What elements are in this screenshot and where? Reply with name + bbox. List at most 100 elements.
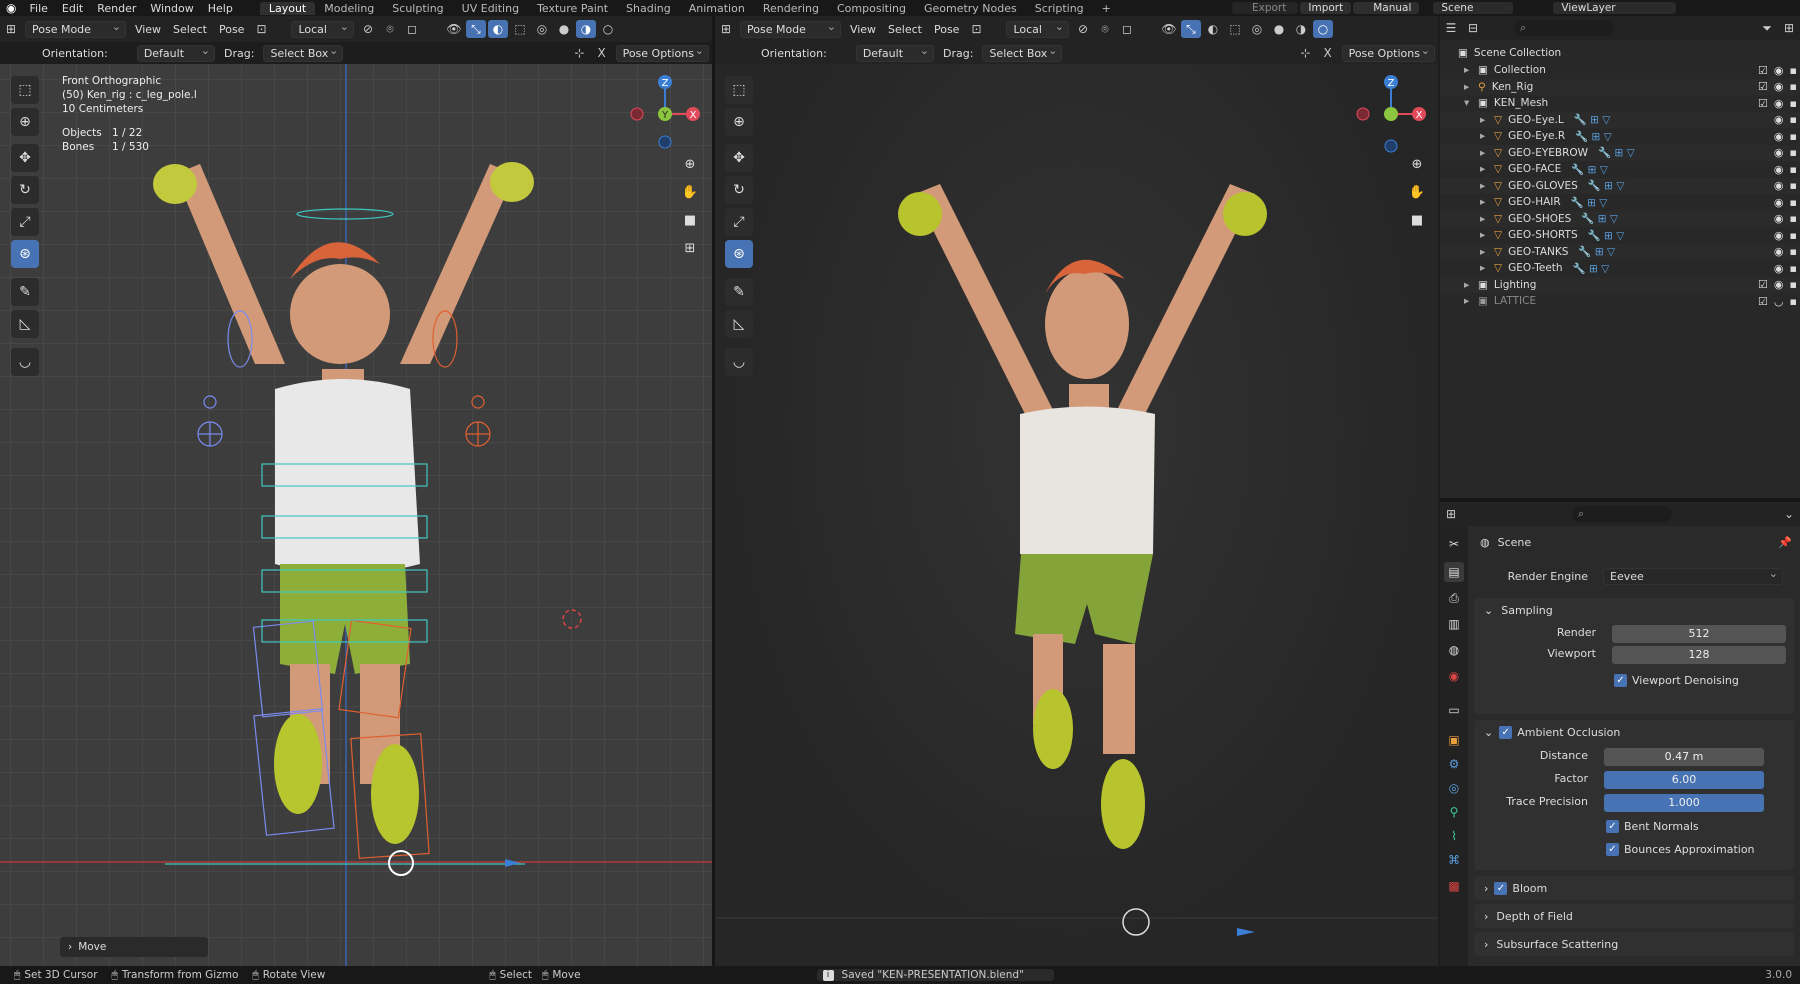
character-model[interactable] — [153, 162, 534, 844]
camera-icon[interactable]: ▪ — [1790, 80, 1797, 93]
outliner-row-toggles[interactable]: ◉ ▪ — [1774, 212, 1797, 225]
right-camera-view-icon[interactable]: ■ — [1407, 210, 1427, 230]
snap-options-icon[interactable]: ⊹ — [570, 44, 590, 62]
right-pose-tool-icon[interactable]: ◡ — [725, 348, 753, 376]
eye-icon[interactable]: ◉ — [1774, 146, 1784, 159]
left-nav-gizmo[interactable]: Z X Y — [625, 74, 705, 154]
exclude-checkbox-icon[interactable]: ☑ — [1758, 80, 1768, 93]
shading-rendered-icon[interactable]: ○ — [598, 20, 618, 38]
camera-icon[interactable]: ▪ — [1790, 229, 1797, 242]
move-gizmo-icon[interactable] — [388, 850, 414, 876]
right-transform-tool-icon[interactable]: ⊛ — [725, 240, 753, 268]
disclosure-closed-icon[interactable]: ▸ — [1464, 64, 1478, 76]
sss-panel[interactable]: › Subsurface Scattering — [1474, 932, 1794, 956]
eye-icon[interactable]: ◉ — [1774, 245, 1784, 258]
tab-layout[interactable]: Layout — [259, 1, 316, 15]
eye-icon[interactable]: ◉ — [1774, 196, 1784, 209]
right-snap-options-icon[interactable]: ⊹ — [1296, 44, 1316, 62]
new-collection-icon[interactable]: ⊞ — [1779, 19, 1799, 37]
last-operator-panel[interactable]: › Move — [60, 937, 208, 957]
right-transform-orientation[interactable]: Local — [1006, 20, 1069, 38]
camera-icon[interactable]: ▪ — [1790, 278, 1797, 291]
camera-icon[interactable]: ▪ — [1790, 212, 1797, 225]
outliner-row-toggles[interactable]: ◉ ▪ — [1774, 245, 1797, 258]
bloom-panel[interactable]: › ✓ Bloom — [1474, 876, 1794, 900]
exclude-checkbox-icon[interactable]: ☑ — [1758, 295, 1768, 308]
view-layer-tab-icon[interactable]: ▥ — [1444, 614, 1464, 634]
scene-tab-icon[interactable]: ◍ — [1444, 640, 1464, 660]
outliner-row-toggles[interactable]: ☑ ◉ ▪ — [1758, 97, 1797, 110]
camera-icon[interactable]: ▪ — [1790, 97, 1797, 110]
rendered-character[interactable] — [898, 184, 1267, 849]
menu-file[interactable]: File — [22, 2, 54, 15]
tool-tab-icon[interactable]: ✂ — [1444, 534, 1464, 554]
snap-icon[interactable]: ⌾ — [380, 20, 400, 38]
right-overlay-toggle-icon[interactable]: ◐ — [1203, 20, 1223, 38]
tab-modeling[interactable]: Modeling — [315, 2, 383, 15]
right-proportional-icon[interactable]: ◻ — [1117, 20, 1137, 38]
bent-normals-row[interactable]: ✓ Bent Normals — [1606, 820, 1699, 833]
right-shading-solid-icon[interactable]: ● — [1269, 20, 1289, 38]
manual-button[interactable]: Manual — [1353, 2, 1420, 14]
left-mode-dropdown[interactable]: Pose Mode — [25, 20, 126, 38]
tab-scripting[interactable]: Scripting — [1026, 2, 1093, 15]
zoom-view-icon[interactable]: ⊕ — [680, 154, 700, 174]
right-zoom-view-icon[interactable]: ⊕ — [1407, 154, 1427, 174]
right-editor-type-icon[interactable]: ⊞ — [716, 20, 736, 38]
outliner-row[interactable]: ▸ ▽ GEO-SHORTS 🔧 ⊞ ▽ ◉ ▪ — [1440, 227, 1800, 243]
viewport-samples-field[interactable]: 128 — [1612, 646, 1786, 664]
outliner-row[interactable]: ▸ ▽ GEO-Teeth 🔧 ⊞ ▽ ◉ ▪ — [1440, 260, 1800, 276]
transform-tool-icon[interactable]: ⊛ — [11, 240, 39, 268]
modifier-icons[interactable]: 🔧 ⊞ ▽ — [1598, 146, 1635, 159]
right-pose-options[interactable]: Pose Options — [1341, 44, 1435, 62]
outliner-filter-icon[interactable]: ⏷ — [1757, 19, 1777, 37]
editor-type-icon[interactable]: ⊞ — [1, 20, 21, 38]
physics-tab-icon[interactable]: ◎ — [1444, 778, 1464, 798]
right-scale-tool-icon[interactable]: ⤢ — [725, 208, 753, 236]
outliner-row-toggles[interactable]: ☑ ◉ ▪ — [1758, 64, 1797, 77]
disclosure-closed-icon[interactable]: ▸ — [1480, 114, 1494, 126]
left-viewport[interactable]: Front Orthographic (50) Ken_rig : c_leg_… — [0, 64, 712, 966]
left-drag-dropdown[interactable]: Select Box — [263, 44, 344, 62]
right-nav-gizmo[interactable]: Z X — [1351, 74, 1431, 154]
3d-cursor-icon[interactable] — [562, 609, 582, 629]
outliner-row-toggles[interactable]: ☑ ◡ ▪ — [1758, 295, 1797, 308]
pose-library-icon[interactable]: ⊡ — [251, 20, 271, 38]
data-tab-icon[interactable]: ⌇ — [1444, 826, 1464, 846]
right-cursor-tool-icon[interactable]: ⊕ — [725, 108, 753, 136]
outliner-row[interactable]: ▸ ▣ Lighting ☑ ◉ ▪ — [1440, 276, 1800, 293]
modifier-icons[interactable]: 🔧 ⊞ ▽ — [1571, 196, 1608, 209]
tab-animation[interactable]: Animation — [680, 2, 754, 15]
menu-help[interactable]: Help — [201, 2, 240, 15]
right-viewport[interactable]: ⬚ ⊕ ✥ ↻ ⤢ ⊛ ✎ ◺ ◡ Z X ⊕ ✋ ■ — [715, 64, 1438, 966]
disclosure-closed-icon[interactable]: ▸ — [1480, 130, 1494, 142]
modifier-icons[interactable]: 🔧 ⊞ ▽ — [1575, 130, 1612, 143]
gizmo-toggle-icon[interactable]: ⤡ — [465, 20, 486, 38]
properties-search-input[interactable]: ⌕ — [1572, 506, 1672, 522]
exclude-checkbox-icon[interactable]: ☑ — [1758, 97, 1768, 110]
left-orientation-dropdown[interactable]: Default — [136, 44, 216, 62]
eye-icon[interactable]: ◉ — [1774, 278, 1784, 291]
sampling-header[interactable]: ⌄ Sampling — [1474, 598, 1794, 622]
render-tab-icon[interactable]: ▤ — [1444, 562, 1464, 582]
bone-tab-icon[interactable]: ⚲ — [1444, 802, 1464, 822]
disclosure-closed-icon[interactable]: ▸ — [1480, 147, 1494, 159]
right-pan-view-icon[interactable]: ✋ — [1407, 182, 1427, 202]
outliner-row[interactable]: ▸ ▽ GEO-SHOES 🔧 ⊞ ▽ ◉ ▪ — [1440, 210, 1800, 227]
modifier-icons[interactable]: 🔧 ⊞ ▽ — [1571, 163, 1608, 176]
right-visibility-icon[interactable]: 👁 — [1159, 20, 1179, 38]
right-gizmo-toggle-icon[interactable]: ⤡ — [1180, 20, 1201, 38]
scale-tool-icon[interactable]: ⤢ — [11, 208, 39, 236]
outliner-row[interactable]: ▸ ▽ GEO-HAIR 🔧 ⊞ ▽ ◉ ▪ — [1440, 194, 1800, 210]
bloom-checkbox[interactable]: ✓ — [1494, 881, 1508, 895]
menu-edit[interactable]: Edit — [55, 2, 90, 15]
eye-icon[interactable]: ◉ — [1774, 130, 1784, 143]
right-pivot-icon[interactable]: ⊘ — [1073, 20, 1093, 38]
status-message[interactable]: i Saved "KEN-PRESENTATION.blend" — [816, 969, 1054, 981]
eye-icon[interactable]: ◉ — [1774, 113, 1784, 126]
cursor-tool-icon[interactable]: ⊕ — [11, 108, 39, 136]
shading-solid-icon[interactable]: ● — [554, 20, 574, 38]
eye-icon[interactable]: ◉ — [1774, 64, 1784, 77]
outliner-row[interactable]: ▸ ⚲ Ken_Rig ☑ ◉ ▪ — [1440, 78, 1800, 95]
outliner-editor-icon[interactable]: ☰ — [1441, 19, 1461, 37]
